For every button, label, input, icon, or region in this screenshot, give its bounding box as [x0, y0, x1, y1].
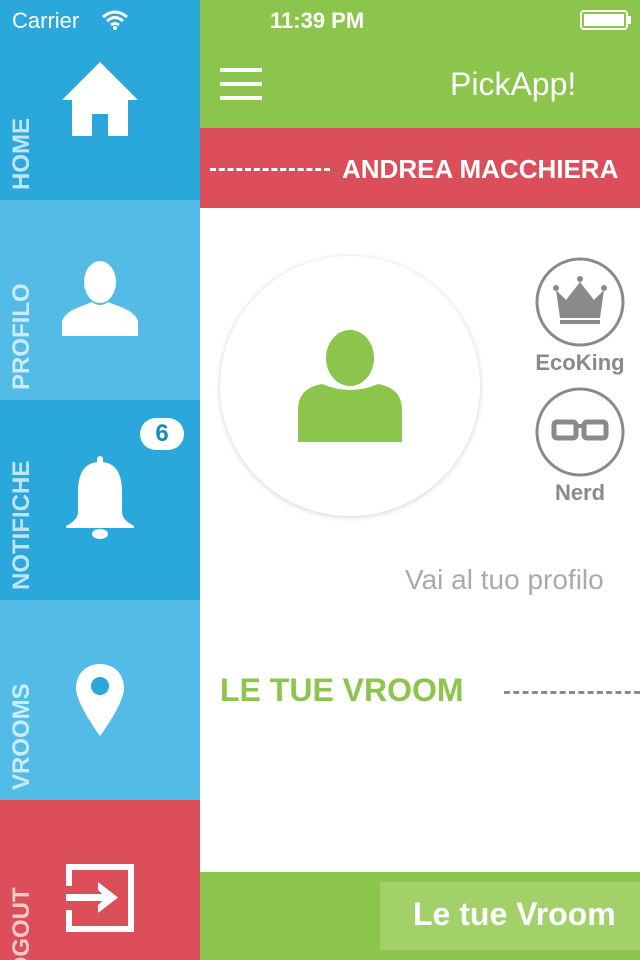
badge-label: EcoKing	[535, 350, 625, 375]
sidebar-item-label: LOGOUT	[8, 887, 35, 960]
badge-nerd: Nerd	[534, 386, 626, 506]
app-title: PickApp!	[450, 66, 577, 102]
profile-link[interactable]: Vai al tuo profilo	[405, 564, 604, 596]
glasses-icon	[535, 387, 625, 477]
avatar-circle[interactable]	[220, 256, 480, 516]
sidebar-item-label: HOME	[8, 118, 35, 190]
main-panel: PickApp! ANDREA MACCHIERA EcoKing Nerd V…	[200, 0, 640, 960]
sidebar-item-logout[interactable]: LOGOUT	[0, 800, 200, 960]
badge-ecoking: EcoKing	[534, 256, 626, 376]
section-heading: LE TUE VROOM	[220, 672, 464, 708]
sidebar-item-vrooms[interactable]: VROOMS	[0, 600, 200, 800]
sidebar-item-label: PROFILO	[8, 283, 35, 390]
wifi-icon	[102, 10, 128, 30]
user-name-banner: ANDREA MACCHIERA	[200, 128, 640, 208]
carrier-label: Carrier	[12, 8, 80, 33]
dashed-divider	[210, 168, 330, 171]
user-avatar-icon	[298, 330, 402, 442]
notification-badge: 6	[140, 418, 184, 450]
vroom-button[interactable]: Le tue Vroom	[380, 882, 640, 950]
status-bar: Carrier 11:39 PM	[0, 0, 640, 40]
user-icon	[62, 261, 138, 336]
sidebar-item-label: NOTIFICHE	[8, 460, 35, 590]
vroom-button-label: Le tue Vroom	[413, 896, 616, 932]
bottom-bar: Le tue Vroom	[200, 872, 640, 960]
location-pin-icon	[76, 664, 124, 736]
crown-icon	[535, 257, 625, 347]
status-time: 11:39 PM	[270, 8, 365, 33]
sidebar-item-label: VROOMS	[8, 683, 35, 790]
sidebar: HOME PROFILO 6 NOTIFICHE VROOMS LOGOUT	[0, 0, 200, 960]
hamburger-menu-icon[interactable]	[220, 68, 262, 100]
logout-icon	[66, 864, 134, 932]
badge-label: Nerd	[554, 480, 606, 505]
battery-icon	[580, 10, 631, 30]
bell-icon	[66, 456, 134, 539]
dashed-divider	[504, 691, 640, 694]
user-name: ANDREA MACCHIERA	[342, 154, 619, 184]
sidebar-item-notifiche[interactable]: 6 NOTIFICHE	[0, 400, 200, 600]
home-icon	[62, 62, 138, 136]
sidebar-item-profilo[interactable]: PROFILO	[0, 200, 200, 400]
